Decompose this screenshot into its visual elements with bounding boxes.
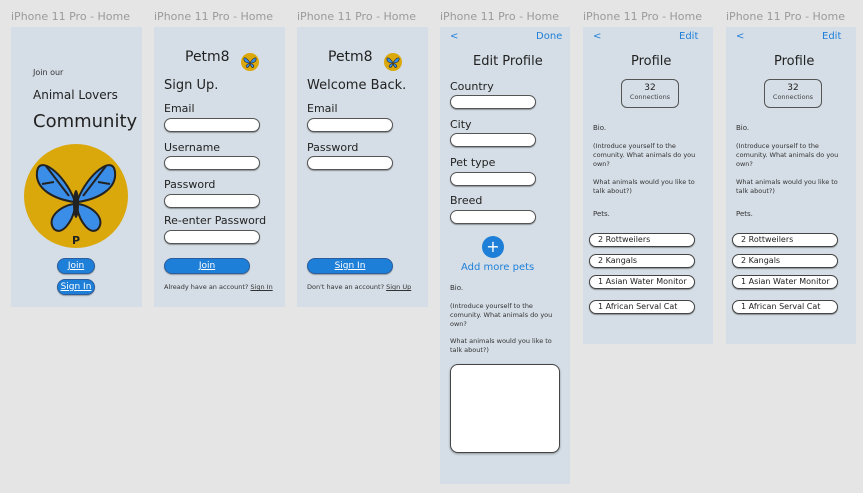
frame-label: iPhone 11 Pro - Home [297, 10, 417, 23]
profile-screen: < Edit Profile 32 Connections Bio. (Intr… [726, 27, 856, 344]
community-text: Community [33, 111, 138, 132]
bio-label: Bio. [736, 124, 750, 132]
back-button[interactable]: < [450, 31, 458, 42]
password-label: Password [307, 141, 359, 154]
signin-screen: Petm8 Welcome Back. Email Password Sign … [297, 27, 428, 307]
password-field[interactable] [307, 156, 393, 170]
butterfly-icon: P [35, 164, 117, 247]
animal-lovers-text: Animal Lovers [33, 88, 118, 102]
frame-label: iPhone 11 Pro - Home [11, 10, 131, 23]
pet-type-field[interactable] [450, 172, 536, 186]
pet-pill[interactable]: 1 Asian Water Monitor [732, 275, 838, 289]
signup-screen: Petm8 Sign Up. Email Username Password R… [154, 27, 285, 307]
profile-screen: < Edit Profile 32 Connections Bio. (Intr… [583, 27, 713, 344]
bio-textarea[interactable] [450, 364, 560, 453]
frame-label: iPhone 11 Pro - Home [440, 10, 560, 23]
pet-pill[interactable]: 2 Kangals [732, 254, 838, 268]
bio-prompt: (Introduce yourself to the comunity. Wha… [736, 142, 839, 168]
pet-pill[interactable]: 1 African Serval Cat [589, 300, 695, 314]
country-field[interactable] [450, 95, 536, 109]
signin-button[interactable]: Sign In [57, 279, 95, 295]
done-button[interactable]: Done [536, 31, 562, 42]
signin-heading: Welcome Back. [307, 78, 407, 93]
bio-prompt: (Introduce yourself to the comunity. Wha… [450, 302, 553, 328]
signin-link[interactable]: Sign In [250, 283, 272, 291]
brand-title: Petm8 [328, 49, 373, 65]
connections-badge[interactable]: 32 Connections [621, 79, 679, 108]
footer-text: Already have an account? [164, 283, 249, 291]
bio-prompt: What animals would you like to talk abou… [593, 178, 695, 195]
add-pet-plus-icon[interactable]: + [482, 236, 504, 258]
join-our-text: Join our [33, 68, 64, 77]
reenter-password-label: Re-enter Password [164, 214, 267, 227]
email-label: Email [164, 102, 195, 115]
pet-pill[interactable]: 2 Rottweilers [732, 233, 838, 247]
edit-profile-title: Edit Profile [473, 54, 543, 69]
signup-link[interactable]: Sign Up [386, 283, 411, 291]
bio-prompt: (Introduce yourself to the comunity. Wha… [593, 142, 696, 168]
reenter-password-field[interactable] [164, 230, 260, 244]
footer-text: Don't have an account? [307, 283, 385, 291]
pet-pill[interactable]: 2 Kangals [589, 254, 695, 268]
connections-label: Connections [772, 93, 814, 101]
bio-label: Bio. [450, 284, 464, 292]
signin-button[interactable]: Sign In [307, 258, 393, 274]
signup-footer: Already have an account? Sign In [164, 283, 273, 291]
logo: P [24, 144, 128, 248]
bio-prompt: What animals would you like to talk abou… [450, 337, 552, 354]
welcome-screen: Join our Animal Lovers Community P Join … [11, 27, 142, 307]
brand-title: Petm8 [185, 49, 230, 65]
pets-label: Pets. [736, 210, 753, 218]
password-label: Password [164, 178, 216, 191]
butterfly-logo-icon [241, 53, 259, 71]
frame-label: iPhone 11 Pro - Home [154, 10, 274, 23]
back-button[interactable]: < [736, 31, 744, 42]
pet-type-label: Pet type [450, 156, 496, 169]
country-label: Country [450, 80, 494, 93]
connections-label: Connections [629, 93, 671, 101]
breed-label: Breed [450, 194, 483, 207]
logo-letter: P [72, 234, 80, 247]
profile-title: Profile [774, 54, 815, 69]
username-label: Username [164, 141, 221, 154]
back-button[interactable]: < [593, 31, 601, 42]
pet-pill[interactable]: 2 Rottweilers [589, 233, 695, 247]
profile-title: Profile [631, 54, 672, 69]
email-field[interactable] [307, 118, 393, 132]
email-field[interactable] [164, 118, 260, 132]
city-field[interactable] [450, 133, 536, 147]
pet-pill[interactable]: 1 Asian Water Monitor [589, 275, 695, 289]
email-label: Email [307, 102, 338, 115]
frame-label: iPhone 11 Pro - Home [583, 10, 703, 23]
connections-count: 32 [787, 83, 799, 93]
add-more-pets-link[interactable]: Add more pets [461, 262, 534, 273]
edit-button[interactable]: Edit [822, 31, 841, 42]
bio-prompt: What animals would you like to talk abou… [736, 178, 838, 195]
join-button[interactable]: Join [164, 258, 250, 274]
signin-footer: Don't have an account? Sign Up [307, 283, 411, 291]
username-field[interactable] [164, 156, 260, 170]
edit-profile-screen: < Done Edit Profile Country City Pet typ… [440, 27, 570, 484]
breed-field[interactable] [450, 210, 536, 224]
butterfly-logo-icon [384, 53, 402, 71]
city-label: City [450, 118, 472, 131]
connections-badge[interactable]: 32 Connections [764, 79, 822, 108]
bio-label: Bio. [593, 124, 607, 132]
pets-label: Pets. [593, 210, 610, 218]
password-field[interactable] [164, 194, 260, 208]
signup-heading: Sign Up. [164, 78, 219, 93]
edit-button[interactable]: Edit [679, 31, 698, 42]
frame-label: iPhone 11 Pro - Home [726, 10, 846, 23]
connections-count: 32 [644, 83, 656, 93]
pet-pill[interactable]: 1 African Serval Cat [732, 300, 838, 314]
join-button[interactable]: Join [57, 258, 95, 274]
